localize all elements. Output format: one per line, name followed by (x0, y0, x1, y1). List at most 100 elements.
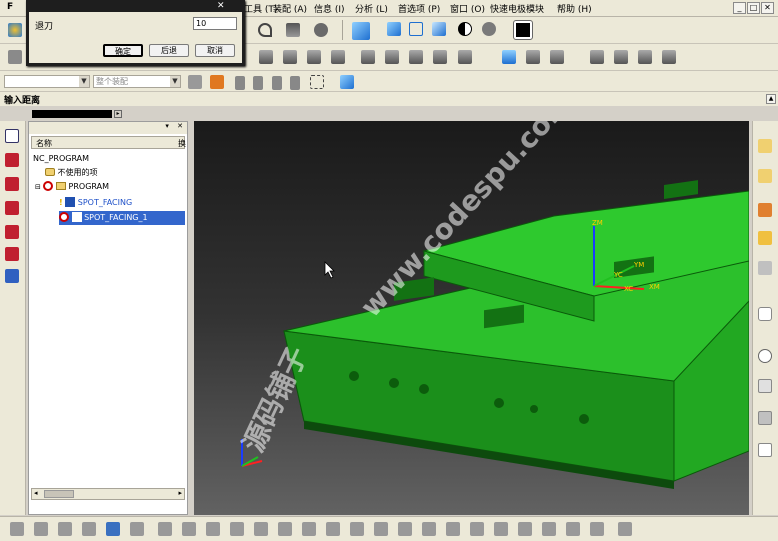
bottom-icon-6[interactable] (130, 522, 144, 536)
close-navigator-icon[interactable]: ✕ (177, 122, 183, 130)
method-view-icon[interactable] (5, 201, 19, 215)
bottom-icon-4[interactable] (82, 522, 96, 536)
operation-icon-3[interactable] (307, 50, 321, 64)
bottom-icon-5[interactable] (106, 522, 120, 536)
bottom-icon-8[interactable] (182, 522, 196, 536)
tool-icon[interactable] (8, 50, 22, 64)
bottom-icon-17[interactable] (398, 522, 412, 536)
view-cube-icon[interactable] (352, 22, 370, 40)
clock-icon[interactable] (758, 349, 772, 363)
back-button[interactable]: 后退 (149, 44, 189, 57)
snap-point-icon[interactable] (210, 75, 224, 89)
scope-combo[interactable]: 整个装配 ▼ (93, 75, 181, 88)
right-tool-icon-6[interactable] (758, 307, 772, 321)
file-menu[interactable]: F (7, 2, 13, 12)
close-button[interactable]: ✕ (761, 2, 774, 14)
info-icon[interactable] (286, 23, 300, 37)
right-tool-icon-3[interactable] (758, 203, 772, 217)
bottom-icon-16[interactable] (374, 522, 388, 536)
box-select-icon[interactable] (310, 75, 324, 89)
tab-scroll-icon[interactable]: ▸ (114, 110, 122, 118)
scroll-right-icon[interactable]: ▸ (178, 489, 182, 497)
operation-icon-10[interactable] (526, 50, 540, 64)
dialog-close-icon[interactable]: ✕ (217, 1, 225, 11)
bottom-icon-11[interactable] (254, 522, 268, 536)
program-view-icon[interactable] (5, 225, 19, 239)
background-color-icon[interactable] (513, 20, 533, 40)
scroll-left-icon[interactable]: ◂ (34, 489, 38, 497)
menu-info[interactable]: 信息 (I) (314, 2, 345, 15)
tree-row-spot-facing[interactable]: ! SPOT_FACING (59, 196, 132, 210)
tree-row-unused[interactable]: 不使用的项 (45, 166, 98, 180)
operation-icon-1[interactable] (259, 50, 273, 64)
select-icon-3[interactable] (272, 76, 282, 90)
contrast-icon[interactable] (458, 22, 472, 36)
bottom-icon-14[interactable] (326, 522, 340, 536)
operation-icon-13[interactable] (614, 50, 628, 64)
bottom-icon-20[interactable] (470, 522, 484, 536)
bottom-icon-12[interactable] (278, 522, 292, 536)
bottom-icon-19[interactable] (446, 522, 460, 536)
bottom-icon-7[interactable] (158, 522, 172, 536)
cancel-button[interactable]: 取消 (195, 44, 235, 57)
shaded-icon[interactable] (387, 22, 401, 36)
bottom-icon-1[interactable] (10, 522, 24, 536)
bottom-icon-9[interactable] (206, 522, 220, 536)
bottom-icon-3[interactable] (58, 522, 72, 536)
material-icon[interactable] (482, 22, 496, 36)
right-tool-icon-9[interactable] (758, 443, 772, 457)
orient-view-icon[interactable] (314, 23, 328, 37)
right-tool-icon-7[interactable] (758, 379, 772, 393)
tree-row-nc-program[interactable]: NC_PROGRAM (33, 152, 89, 166)
wireframe-icon[interactable] (409, 22, 423, 36)
select-icon-2[interactable] (253, 76, 263, 90)
operation-icon-5[interactable] (361, 50, 375, 64)
retract-distance-input[interactable] (193, 17, 237, 30)
bottom-icon-26[interactable] (618, 522, 632, 536)
select-icon-1[interactable] (235, 76, 245, 90)
collapse-icon[interactable]: ⊟ (35, 183, 41, 191)
operation-navigator-icon[interactable] (5, 129, 19, 143)
tree-row-spot-facing-1[interactable]: SPOT_FACING_1 (59, 211, 185, 225)
right-tool-icon-2[interactable] (758, 169, 772, 183)
undo-icon[interactable] (258, 23, 272, 37)
machine-tool-icon[interactable] (5, 153, 19, 167)
operation-icon-2[interactable] (283, 50, 297, 64)
geometry-view-icon[interactable] (5, 177, 19, 191)
select-body-icon[interactable] (340, 75, 354, 89)
tree-row-program[interactable]: ⊟ PROGRAM (35, 180, 109, 194)
pin-icon[interactable]: ▾ (165, 122, 169, 130)
reuse-library-icon[interactable] (5, 247, 19, 261)
menu-window[interactable]: 窗口 (O) (450, 2, 485, 15)
bottom-icon-2[interactable] (34, 522, 48, 536)
select-icon-4[interactable] (290, 76, 300, 90)
operation-icon-9[interactable] (458, 50, 472, 64)
bottom-icon-23[interactable] (542, 522, 556, 536)
bottom-icon-25[interactable] (590, 522, 604, 536)
minimize-button[interactable]: _ (733, 2, 746, 14)
bottom-icon-15[interactable] (350, 522, 364, 536)
operation-icon-15[interactable] (662, 50, 676, 64)
right-tool-icon-8[interactable] (758, 411, 772, 425)
bottom-icon-22[interactable] (518, 522, 532, 536)
type-filter-combo[interactable]: ▼ (4, 75, 90, 88)
operation-icon-14[interactable] (638, 50, 652, 64)
bottom-icon-10[interactable] (230, 522, 244, 536)
history-icon[interactable] (5, 269, 19, 283)
tab-strip[interactable] (32, 110, 112, 118)
operation-icon-11[interactable] (550, 50, 564, 64)
postprocess-icon[interactable] (502, 50, 516, 64)
tool-change-column-header[interactable]: 换 (178, 138, 186, 149)
menu-help[interactable]: 帮助 (H) (557, 2, 592, 15)
start-icon[interactable] (8, 23, 22, 37)
right-tool-icon-4[interactable] (758, 231, 772, 245)
cue-scroll-icon[interactable]: ▲ (766, 94, 776, 104)
operation-icon-4[interactable] (331, 50, 345, 64)
bottom-icon-13[interactable] (302, 522, 316, 536)
bottom-icon-18[interactable] (422, 522, 436, 536)
right-tool-icon-1[interactable] (758, 139, 772, 153)
menu-electrode[interactable]: 快速电极模块 (490, 2, 544, 15)
operation-icon-12[interactable] (590, 50, 604, 64)
name-column-header[interactable]: 名称 (36, 138, 52, 149)
bottom-icon-21[interactable] (494, 522, 508, 536)
